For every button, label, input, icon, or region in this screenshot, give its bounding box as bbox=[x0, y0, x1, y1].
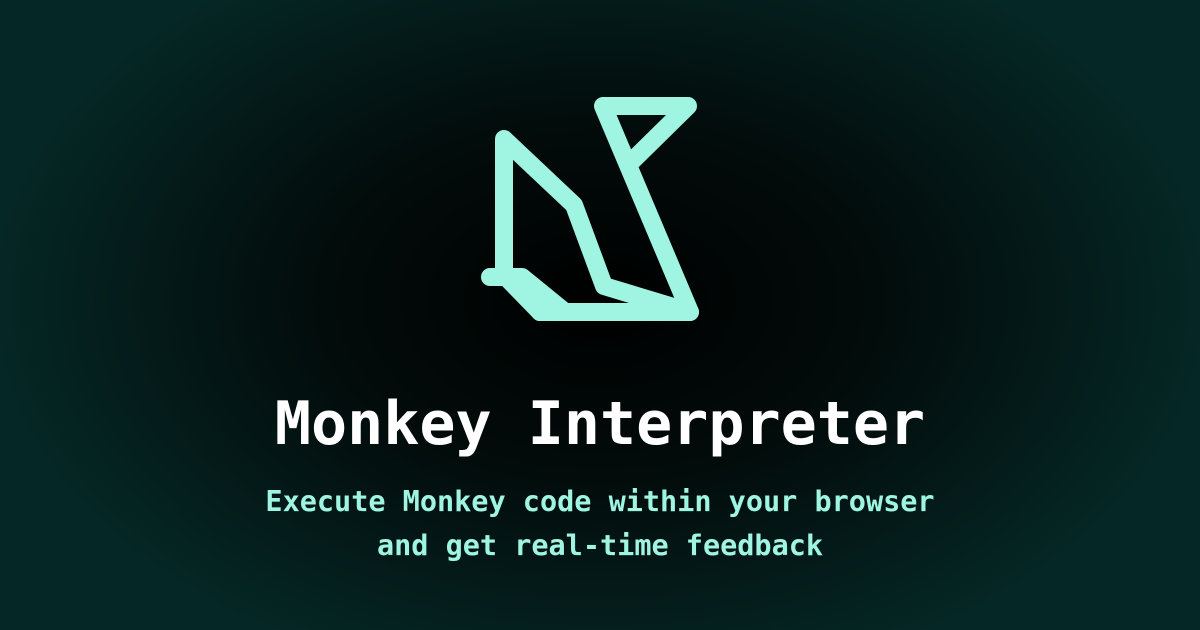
tagline-line-2: and get real-time feedback bbox=[376, 529, 824, 562]
tagline-line-1: Execute Monkey code within your browser bbox=[265, 485, 935, 518]
origami-logo-icon bbox=[481, 97, 699, 321]
page-title: Monkey Interpreter bbox=[274, 389, 926, 459]
tagline: Execute Monkey code within your browser … bbox=[0, 480, 1200, 568]
